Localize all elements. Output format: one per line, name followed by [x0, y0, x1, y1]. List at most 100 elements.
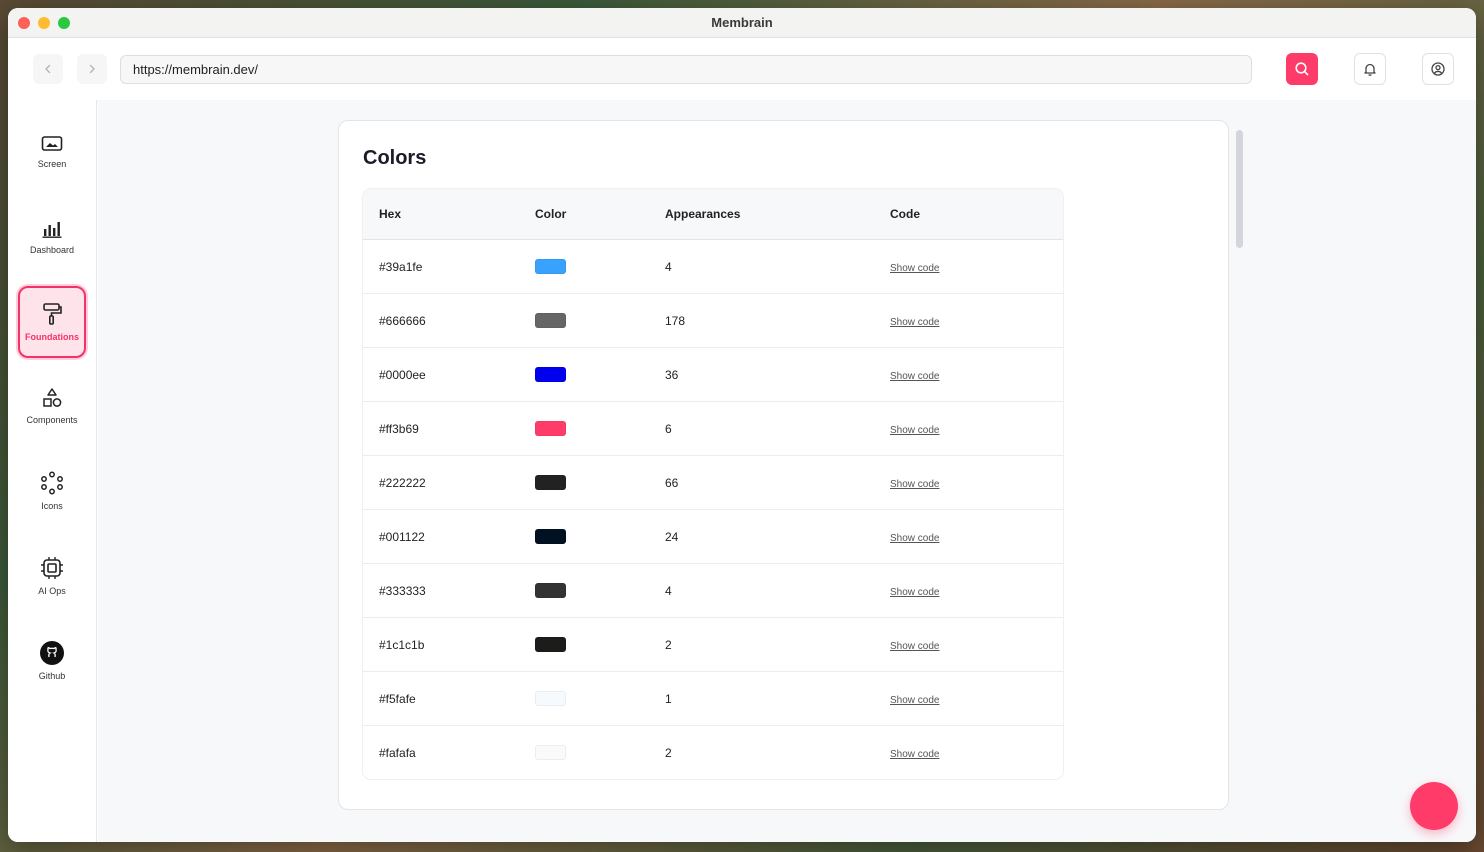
hex-value: #f5fafe — [379, 691, 416, 706]
column-header-hex: Hex — [379, 207, 402, 221]
color-swatch — [535, 637, 566, 652]
table-row: #ff3b69 6 Show code — [363, 402, 1063, 456]
color-swatch — [535, 583, 566, 598]
appearances-value: 66 — [665, 475, 679, 490]
sidebar-item-components[interactable]: Components — [18, 370, 86, 442]
shapes-icon — [43, 388, 62, 407]
sidebar-item-label: Github — [38, 671, 66, 681]
table-row: #f5fafe 1 Show code — [363, 672, 1063, 726]
show-code-link[interactable]: Show code — [890, 749, 939, 760]
color-swatch — [535, 421, 566, 436]
sidebar-item-label: AI Ops — [38, 586, 66, 596]
show-code-link[interactable]: Show code — [890, 317, 939, 328]
color-cell — [535, 583, 665, 598]
appearances-value: 24 — [665, 529, 679, 544]
color-swatch — [535, 259, 566, 274]
show-code-link[interactable]: Show code — [890, 371, 939, 382]
table-row: #666666 178 Show code — [363, 294, 1063, 348]
color-cell — [535, 745, 665, 760]
column-header-appearances: Appearances — [665, 207, 741, 221]
appearances-value: 4 — [665, 583, 672, 598]
back-button[interactable] — [33, 54, 63, 84]
color-swatch — [535, 529, 566, 544]
minimize-window-button[interactable] — [38, 17, 50, 29]
table-row: #001122 24 Show code — [363, 510, 1063, 564]
hex-value: #fafafa — [379, 745, 416, 760]
sidebar-item-ai-ops[interactable]: AI Ops — [18, 540, 86, 612]
appearances-value: 36 — [665, 367, 679, 382]
sidebar-item-screen[interactable]: Screen — [18, 116, 86, 188]
show-code-link[interactable]: Show code — [890, 695, 939, 706]
color-cell — [535, 313, 665, 328]
appearances-value: 4 — [665, 259, 672, 274]
github-icon — [40, 641, 64, 665]
show-code-link[interactable]: Show code — [890, 479, 939, 490]
hex-value: #001122 — [379, 529, 425, 544]
screen-icon — [41, 136, 63, 151]
chevron-right-icon — [89, 64, 95, 74]
color-cell — [535, 259, 665, 274]
close-window-button[interactable] — [18, 17, 30, 29]
show-code-link[interactable]: Show code — [890, 641, 939, 652]
profile-button[interactable] — [1422, 53, 1454, 85]
table-row: #fafafa 2 Show code — [363, 726, 1063, 779]
show-code-link[interactable]: Show code — [890, 533, 939, 544]
code-cell: Show code — [890, 692, 1063, 706]
browser-window: Membrain https://membrain.dev/ Screen Da… — [8, 8, 1476, 842]
sidebar-item-label: Icons — [41, 501, 63, 511]
table-row: #1c1c1b 2 Show code — [363, 618, 1063, 672]
code-cell: Show code — [890, 314, 1063, 328]
table-row: #333333 4 Show code — [363, 564, 1063, 618]
color-swatch — [535, 691, 566, 706]
toolbar: https://membrain.dev/ — [8, 38, 1476, 100]
color-cell — [535, 691, 665, 706]
sidebar-item-github[interactable]: Github — [18, 625, 86, 697]
sidebar-item-foundations[interactable]: Foundations — [18, 286, 86, 358]
column-header-code: Code — [890, 207, 920, 221]
code-cell: Show code — [890, 368, 1063, 382]
code-cell: Show code — [890, 422, 1063, 436]
table-row: #0000ee 36 Show code — [363, 348, 1063, 402]
color-swatch — [535, 313, 566, 328]
chevron-left-icon — [45, 64, 51, 74]
color-cell — [535, 475, 665, 490]
color-cell — [535, 637, 665, 652]
sidebar-item-label: Dashboard — [29, 245, 75, 255]
color-cell — [535, 421, 665, 436]
code-cell: Show code — [890, 638, 1063, 652]
search-icon — [1295, 62, 1309, 76]
show-code-link[interactable]: Show code — [890, 263, 939, 274]
color-cell — [535, 367, 665, 382]
hex-value: #39a1fe — [379, 259, 423, 274]
window-controls — [18, 17, 70, 29]
title-bar: Membrain — [8, 8, 1476, 38]
show-code-link[interactable]: Show code — [890, 425, 939, 436]
code-cell: Show code — [890, 530, 1063, 544]
sidebar-item-icons[interactable]: Icons — [18, 455, 86, 527]
sidebar-item-label: Components — [26, 415, 78, 425]
scrollbar[interactable] — [1236, 130, 1243, 248]
hex-value: #ff3b69 — [379, 421, 419, 436]
code-cell: Show code — [890, 260, 1063, 274]
paint-roller-icon — [43, 303, 62, 325]
hex-value: #333333 — [379, 583, 426, 598]
appearances-value: 2 — [665, 637, 672, 652]
sidebar: Screen Dashboard Foundations Components … — [8, 100, 97, 842]
colors-table: Hex Color Appearances Code #39a1fe 4 Show … — [363, 189, 1063, 779]
colors-card: Colors Hex Color Appearances Code #39a1f… — [338, 120, 1229, 810]
search-button[interactable] — [1286, 53, 1318, 85]
maximize-window-button[interactable] — [58, 17, 70, 29]
notifications-button[interactable] — [1354, 53, 1386, 85]
floating-action-button[interactable] — [1410, 782, 1458, 830]
bell-icon — [1364, 63, 1376, 76]
table-row: #39a1fe 4 Show code — [363, 240, 1063, 294]
color-cell — [535, 529, 665, 544]
chip-icon — [41, 557, 63, 579]
hex-value: #666666 — [379, 313, 426, 328]
show-code-link[interactable]: Show code — [890, 587, 939, 598]
sidebar-item-dashboard[interactable]: Dashboard — [18, 201, 86, 273]
url-input[interactable]: https://membrain.dev/ — [120, 55, 1252, 84]
icons-grid-icon — [41, 471, 63, 495]
main-content: Colors Hex Color Appearances Code #39a1f… — [98, 100, 1476, 842]
forward-button[interactable] — [77, 54, 107, 84]
